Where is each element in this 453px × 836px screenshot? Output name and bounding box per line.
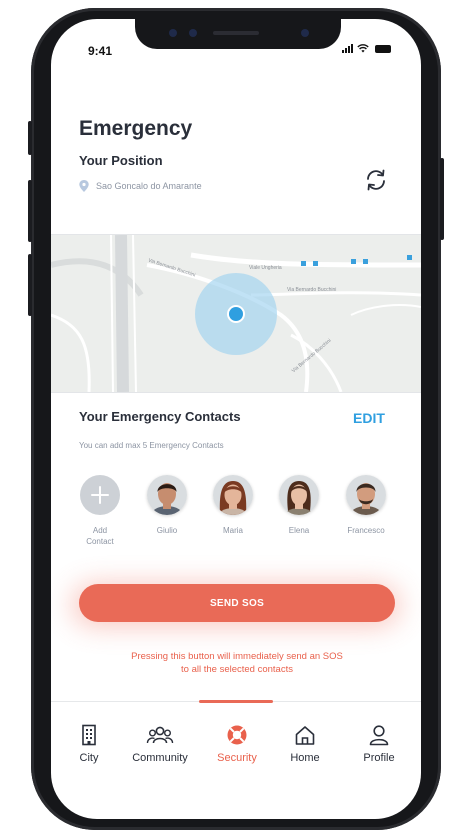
location-map[interactable]: Via Bernardo Bucchini Viale Ungheria Via… — [51, 234, 421, 393]
sensor-icon — [189, 29, 197, 37]
user-icon — [369, 725, 389, 746]
app-screen: 9:41 Emergency Your Position Sao Goncalo… — [51, 19, 421, 819]
contact-item[interactable]: Francesco — [336, 475, 396, 536]
signal-icon — [342, 44, 353, 53]
sos-note: Pressing this button will immediately se… — [79, 650, 395, 676]
volume-up-button — [28, 180, 32, 242]
user-location-dot — [229, 307, 243, 321]
contacts-title: Your Emergency Contacts — [79, 409, 241, 424]
tab-security[interactable]: Security — [209, 724, 265, 764]
contacts-hint: You can add max 5 Emergency Contacts — [79, 441, 224, 450]
contact-name: Giulio — [156, 526, 178, 535]
street-label: Viale Ungheria — [249, 265, 282, 271]
contact-item[interactable]: Elena — [269, 475, 329, 536]
street-label: Via Bernardo Bucchini — [287, 287, 337, 293]
house-icon — [295, 726, 315, 745]
sos-note-line: to all the selected contacts — [181, 664, 293, 675]
status-time: 9:41 — [88, 44, 113, 58]
tab-bar: City Community Security Home Profile — [51, 700, 421, 819]
edit-contacts-button[interactable]: EDIT — [353, 410, 385, 426]
avatar — [279, 475, 319, 515]
speaker-grille — [213, 31, 259, 35]
tab-label: Community — [132, 752, 188, 764]
status-icons — [342, 43, 391, 53]
plus-icon — [80, 475, 120, 515]
tab-home[interactable]: Home — [283, 724, 327, 764]
map-roads — [51, 235, 421, 392]
add-contact-label: Add Contact — [86, 526, 114, 546]
contact-item[interactable]: Giulio — [137, 475, 197, 536]
avatar — [346, 475, 386, 515]
tab-label: Profile — [363, 752, 395, 764]
group-icon — [146, 726, 174, 744]
contact-name: Francesco — [347, 526, 385, 535]
location-pin-icon — [79, 180, 89, 192]
add-contact-button[interactable]: Add Contact — [70, 475, 130, 547]
avatar — [213, 475, 253, 515]
sos-note-line: Pressing this button will immediately se… — [131, 651, 343, 662]
contact-item[interactable]: Maria — [203, 475, 263, 536]
camera-icon — [169, 29, 177, 37]
tab-city[interactable]: City — [68, 724, 110, 764]
building-icon — [82, 724, 96, 746]
tab-profile[interactable]: Profile — [357, 724, 401, 764]
contact-name: Maria — [222, 526, 243, 535]
send-sos-button[interactable]: SEND SOS — [79, 584, 395, 622]
tab-label: City — [79, 752, 99, 764]
mute-switch — [28, 121, 32, 155]
avatar — [147, 475, 187, 515]
refresh-icon[interactable] — [363, 167, 389, 193]
front-camera-icon — [301, 29, 309, 37]
active-tab-indicator — [199, 700, 273, 703]
lifebuoy-icon — [227, 725, 247, 745]
position-label: Your Position — [79, 153, 163, 168]
battery-icon — [375, 45, 391, 53]
current-location: Sao Goncalo do Amarante — [79, 180, 202, 192]
power-button — [440, 158, 444, 240]
tab-community[interactable]: Community — [123, 724, 197, 764]
page-title: Emergency — [79, 117, 193, 140]
volume-down-button — [28, 254, 32, 316]
notch — [135, 19, 341, 49]
location-text: Sao Goncalo do Amarante — [96, 181, 202, 191]
wifi-icon — [357, 44, 369, 53]
tab-label: Security — [217, 752, 257, 764]
tab-label: Home — [290, 752, 320, 764]
contact-name: Elena — [288, 526, 310, 535]
